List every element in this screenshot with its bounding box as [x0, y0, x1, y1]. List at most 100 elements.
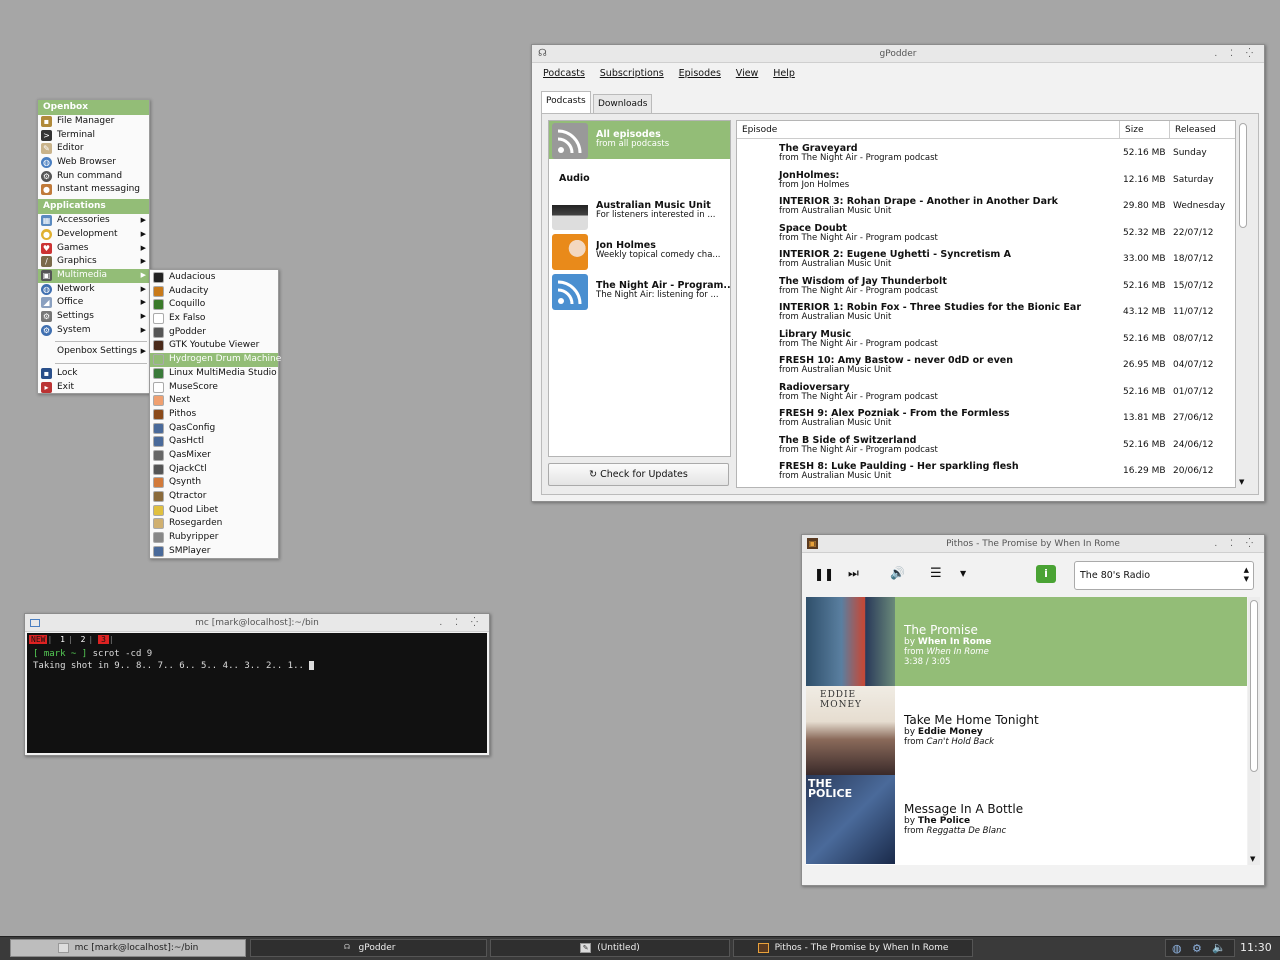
menu-help[interactable]: Help — [773, 68, 795, 79]
episode-row[interactable]: INTERIOR 1: Robin Fox - Three Studies fo… — [737, 299, 1235, 326]
episode-row[interactable]: FRESH 9: Alex Pozniak - From the Formles… — [737, 405, 1235, 432]
pause-button[interactable]: ❚❚ — [814, 567, 834, 581]
updates-tray-icon[interactable]: ⚙ — [1192, 942, 1202, 955]
submenu-item-next[interactable]: Next — [150, 394, 278, 408]
episode-scrollbar[interactable]: ▼ — [1237, 120, 1249, 488]
window-controls[interactable]: . ⁚ ⁛ — [1214, 45, 1258, 63]
pithos-titlebar[interactable]: ▣ Pithos - The Promise by When In Rome .… — [802, 535, 1264, 553]
submenu-item-qashctl[interactable]: QasHctl — [150, 435, 278, 449]
episode-row[interactable]: INTERIOR 2: Eugene Ughetti - Syncretism … — [737, 246, 1235, 273]
episode-row[interactable]: The Graveyard from The Night Air - Progra… — [737, 140, 1235, 167]
song-row[interactable]: THE POLICE Message In A Bottle by The Po… — [806, 775, 1247, 864]
podcast-all-episodes[interactable]: All episodes from all podcasts — [549, 121, 730, 159]
episode-row[interactable]: The B Side of Switzerland from The Night … — [737, 432, 1235, 459]
submenu-item-audacious[interactable]: Audacious — [150, 271, 278, 285]
tab-podcasts[interactable]: Podcasts — [541, 91, 591, 113]
scrollbar-thumb[interactable] — [1250, 600, 1258, 772]
column-episode[interactable]: Episode — [737, 121, 1120, 139]
song-menu-button[interactable]: ☰ — [930, 566, 942, 581]
terminal-titlebar[interactable]: mc [mark@localhost]:~/bin . ⁚ ⁛ — [25, 614, 489, 632]
menu-subscriptions[interactable]: Subscriptions — [600, 68, 664, 79]
episode-row[interactable]: INTERIOR 3: Rohan Drape - Another in Ano… — [737, 193, 1235, 220]
task-untitled[interactable]: ✎ (Untitled) — [490, 939, 730, 957]
column-released[interactable]: Released — [1170, 121, 1235, 139]
submenu-item-gtk-youtube-viewer[interactable]: GTK Youtube Viewer — [150, 339, 278, 353]
menu-item-editor[interactable]: ✎ Editor — [38, 142, 149, 156]
submenu-item-gpodder[interactable]: gPodder — [150, 326, 278, 340]
menu-episodes[interactable]: Episodes — [679, 68, 721, 79]
scroll-down-arrow-icon[interactable]: ▼ — [1239, 478, 1244, 486]
volume-button[interactable]: 🔊 — [890, 566, 905, 580]
submenu-item-qtractor[interactable]: Qtractor — [150, 490, 278, 504]
menu-view[interactable]: View — [736, 68, 759, 79]
submenu-item-rubyripper[interactable]: Rubyripper — [150, 531, 278, 545]
task-gpodder[interactable]: ☊ gPodder — [250, 939, 487, 957]
submenu-item-musescore[interactable]: MuseScore — [150, 381, 278, 395]
playlist-scrollbar[interactable]: ▼ — [1248, 597, 1260, 865]
terminal-tab-2[interactable]: 2 — [78, 635, 89, 644]
episode-row[interactable]: Radioversary from The Night Air - Program… — [737, 379, 1235, 406]
submenu-item-qsynth[interactable]: Qsynth — [150, 476, 278, 490]
menu-item-exit[interactable]: ▸ Exit — [38, 381, 149, 395]
network-tray-icon[interactable]: ◍ — [1172, 942, 1182, 955]
menu-item-terminal[interactable]: > Terminal — [38, 129, 149, 143]
menu-item-system[interactable]: ⚙ System ▶ — [38, 324, 149, 338]
episode-row[interactable]: The Wisdom of Jay Thunderbolt from The Ni… — [737, 273, 1235, 300]
submenu-item-quod-libet[interactable]: Quod Libet — [150, 504, 278, 518]
clock[interactable]: 11:30 — [1240, 941, 1272, 954]
gpodder-titlebar[interactable]: ☊ gPodder . ⁚ ⁛ — [532, 45, 1264, 63]
song-row[interactable]: EDDIE MONEY Take Me Home Tonight by Eddi… — [806, 686, 1247, 775]
menu-podcasts[interactable]: Podcasts — [543, 68, 585, 79]
menu-item-settings[interactable]: ⚙ Settings ▶ — [38, 310, 149, 324]
submenu-item-smplayer[interactable]: SMPlayer — [150, 545, 278, 559]
task-terminal[interactable]: mc [mark@localhost]:~/bin — [10, 939, 246, 957]
menu-item-games[interactable]: ♥ Games ▶ — [38, 242, 149, 256]
menu-item-multimedia[interactable]: ▣ Multimedia ▶ — [38, 268, 149, 283]
submenu-item-pithos[interactable]: Pithos — [150, 408, 278, 422]
info-button[interactable]: i — [1036, 565, 1056, 583]
submenu-item-qasmixer[interactable]: QasMixer — [150, 449, 278, 463]
window-controls[interactable]: . ⁚ ⁛ — [1214, 535, 1258, 553]
submenu-item-qjackctl[interactable]: QjackCtl — [150, 463, 278, 477]
submenu-item-qasconfig[interactable]: QasConfig — [150, 422, 278, 436]
task-pithos[interactable]: Pithos - The Promise by When In Rome — [733, 939, 973, 957]
check-for-updates-button[interactable]: ↻ Check for Updates — [548, 463, 729, 486]
scroll-down-arrow-icon[interactable]: ▼ — [1250, 855, 1255, 863]
submenu-item-ex-falso[interactable]: Ex Falso — [150, 312, 278, 326]
skip-button[interactable]: ⏭ — [848, 566, 859, 581]
menu-item-accessories[interactable]: ▦ Accessories ▶ — [38, 214, 149, 228]
song-row-current[interactable]: The Promise by When In Rome from When In… — [806, 597, 1247, 686]
menu-item-openbox-settings[interactable]: Openbox Settings ▶ — [38, 345, 149, 359]
menu-item-web-browser[interactable]: ◍ Web Browser — [38, 156, 149, 170]
volume-tray-icon[interactable]: 🔈 — [1212, 941, 1226, 954]
terminal-area[interactable]: NEW | 1 | 2 | 3 | [ mark ~ ] scrot -cd 9 Tak… — [27, 633, 487, 753]
episode-row[interactable]: FRESH 8: Luke Paulding - Her sparkling f… — [737, 458, 1235, 485]
terminal-tab-3[interactable]: 3 — [98, 635, 109, 644]
menu-item-run-command[interactable]: ⚙ Run command — [38, 170, 149, 184]
episode-row[interactable]: JonHolmes: from Jon Holmes 12.16 MB Saturda… — [737, 167, 1235, 194]
podcast-jon-holmes[interactable]: Jon Holmes Weekly topical comedy cha... — [549, 232, 730, 270]
scrollbar-thumb[interactable] — [1239, 123, 1247, 228]
terminal-tab-1[interactable]: 1 — [57, 635, 68, 644]
episode-row[interactable]: Library Music from The Night Air - Progra… — [737, 326, 1235, 353]
menu-item-lock[interactable]: ▪ Lock — [38, 367, 149, 381]
submenu-item-rosegarden[interactable]: Rosegarden — [150, 517, 278, 531]
menu-item-network[interactable]: ◍ Network ▶ — [38, 283, 149, 297]
podcast-the-night-air[interactable]: The Night Air - Program... The Night Air… — [549, 272, 730, 310]
episode-row[interactable]: FRESH 10: Amy Bastow - never 0dD or even… — [737, 352, 1235, 379]
submenu-item-hydrogen-drum-machine[interactable]: Hydrogen Drum Machine — [150, 353, 281, 367]
podcast-australian-music-unit[interactable]: Australian Music Unit For listeners inte… — [549, 192, 730, 230]
chevron-down-icon[interactable]: ▼ — [960, 569, 966, 578]
tab-downloads[interactable]: Downloads — [593, 94, 653, 113]
window-controls[interactable]: . ⁚ ⁛ — [439, 614, 483, 632]
menu-item-graphics[interactable]: / Graphics ▶ — [38, 255, 149, 269]
episode-row[interactable]: Space Doubt from The Night Air - Program … — [737, 220, 1235, 247]
menu-item-office[interactable]: ◢ Office ▶ — [38, 296, 149, 310]
submenu-item-audacity[interactable]: Audacity — [150, 285, 278, 299]
menu-item-instant-messaging[interactable]: ● Instant messaging — [38, 183, 149, 197]
submenu-item-linux-multimedia-studio[interactable]: Linux MultiMedia Studio — [150, 367, 278, 381]
station-select[interactable]: The 80's Radio ▲ ▼ — [1074, 561, 1254, 590]
column-size[interactable]: Size — [1120, 121, 1170, 139]
menu-item-file-manager[interactable]: ▪ File Manager — [38, 115, 149, 129]
menu-item-development[interactable]: ● Development ▶ — [38, 228, 149, 242]
